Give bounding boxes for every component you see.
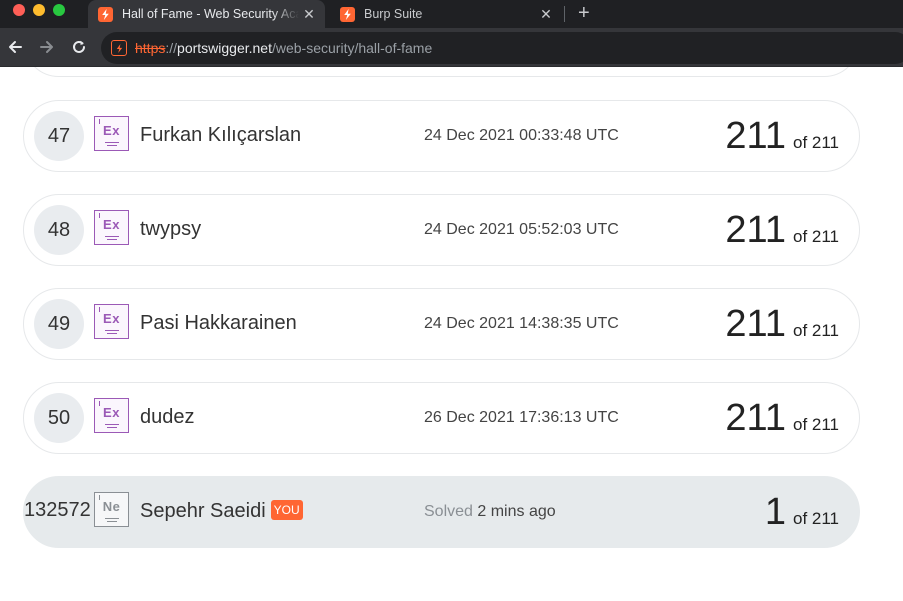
score-value: 1 [764, 491, 786, 533]
rank-badge: 49 [34, 299, 84, 349]
score-total: of 211 [792, 509, 839, 528]
current-user-name: Sepehr Saeidi [140, 500, 266, 522]
user-rank: 132572 [24, 499, 91, 521]
address-bar[interactable]: https://portswigger.net/web-security/hal… [101, 32, 903, 64]
window-zoom-button[interactable] [53, 4, 65, 16]
score: 211 of 211 [725, 301, 839, 347]
hall-of-fame-page: 47 Ex Furkan Kılıçarslan 24 Dec 2021 00:… [0, 67, 903, 601]
tab-burp-suite[interactable]: Burp Suite ✕ [330, 0, 562, 28]
reload-icon[interactable] [69, 37, 89, 57]
tab-title: Burp Suite [364, 7, 423, 21]
user-name: twypsy [140, 218, 202, 240]
score: 211 of 211 [725, 395, 839, 441]
level-abbr: Ne [102, 499, 121, 514]
user-name: Pasi Hakkarainen [140, 312, 297, 334]
close-icon[interactable]: ✕ [536, 6, 556, 23]
score: 211 of 211 [725, 207, 839, 253]
tab-divider [564, 6, 565, 22]
completion-date: 24 Dec 2021 14:38:35 UTC [424, 315, 619, 332]
tab-hall-of-fame[interactable]: Hall of Fame - Web Security Academy ✕ [88, 0, 325, 28]
rank-badge: 47 [34, 111, 84, 161]
window-close-button[interactable] [13, 4, 25, 16]
url-text: https://portswigger.net/web-security/hal… [135, 40, 432, 56]
window-minimize-button[interactable] [33, 4, 45, 16]
url-path: /web-security/hall-of-fame [271, 40, 433, 56]
leaderboard-row-partial [23, 67, 860, 77]
solved-label: Solved [424, 503, 473, 520]
current-user-row: 132572 Ne Sepehr Saeidi YOU Solved 2 mins… [23, 476, 860, 548]
url-host: portswigger.net [177, 40, 272, 56]
expert-level-icon: Ex [94, 304, 129, 339]
leaderboard-row: 49 Ex Pasi Hakkarainen 24 Dec 2021 14:38… [23, 288, 860, 360]
leaderboard-row: 48 Ex twypsy 24 Dec 2021 05:52:03 UTC 21… [23, 194, 860, 266]
score-total: of 211 [792, 133, 839, 152]
score-value: 211 [725, 397, 786, 439]
score: 211 of 211 [725, 113, 839, 159]
level-abbr: Ex [103, 405, 120, 420]
solved-time: 2 mins ago [477, 503, 556, 520]
expert-level-icon: Ex [94, 398, 129, 433]
rank-badge: 50 [34, 393, 84, 443]
completion-date: 26 Dec 2021 17:36:13 UTC [424, 409, 619, 426]
level-abbr: Ex [103, 311, 120, 326]
browser-toolbar: https://portswigger.net/web-security/hal… [0, 28, 903, 67]
completion-date: 24 Dec 2021 05:52:03 UTC [424, 221, 619, 238]
user-name: Sepehr Saeidi YOU [140, 500, 303, 523]
you-badge: YOU [270, 500, 303, 520]
site-info-icon[interactable] [111, 40, 127, 56]
plus-icon[interactable]: + [578, 2, 590, 24]
user-name: dudez [140, 406, 195, 428]
tab-title: Hall of Fame - Web Security Academy [122, 7, 299, 21]
level-abbr: Ex [103, 123, 120, 138]
score-total: of 211 [792, 227, 839, 246]
url-separator: :// [165, 40, 178, 56]
url-scheme: https [135, 40, 166, 56]
score-value: 211 [725, 115, 786, 157]
score-value: 211 [725, 209, 786, 251]
expert-level-icon: Ex [94, 210, 129, 245]
score-total: of 211 [792, 415, 839, 434]
solved-status: Solved 2 mins ago [424, 503, 556, 521]
portswigger-favicon-icon [98, 6, 113, 22]
rank-badge: 48 [34, 205, 84, 255]
leaderboard-row: 50 Ex dudez 26 Dec 2021 17:36:13 UTC 211… [23, 382, 860, 454]
arrow-right-icon[interactable] [37, 37, 57, 57]
leaderboard-row: 47 Ex Furkan Kılıçarslan 24 Dec 2021 00:… [23, 100, 860, 172]
portswigger-favicon-icon [340, 6, 355, 22]
score-value: 211 [725, 303, 786, 345]
score-total: of 211 [792, 321, 839, 340]
close-icon[interactable]: ✕ [299, 6, 319, 23]
browser-tab-bar: Hall of Fame - Web Security Academy ✕ Bu… [0, 0, 903, 28]
newbie-level-icon: Ne [94, 492, 129, 527]
arrow-left-icon[interactable] [5, 37, 25, 57]
level-abbr: Ex [103, 217, 120, 232]
completion-date: 24 Dec 2021 00:33:48 UTC [424, 127, 619, 144]
expert-level-icon: Ex [94, 116, 129, 151]
user-name: Furkan Kılıçarslan [140, 124, 302, 146]
score: 1 of 211 [765, 489, 839, 535]
